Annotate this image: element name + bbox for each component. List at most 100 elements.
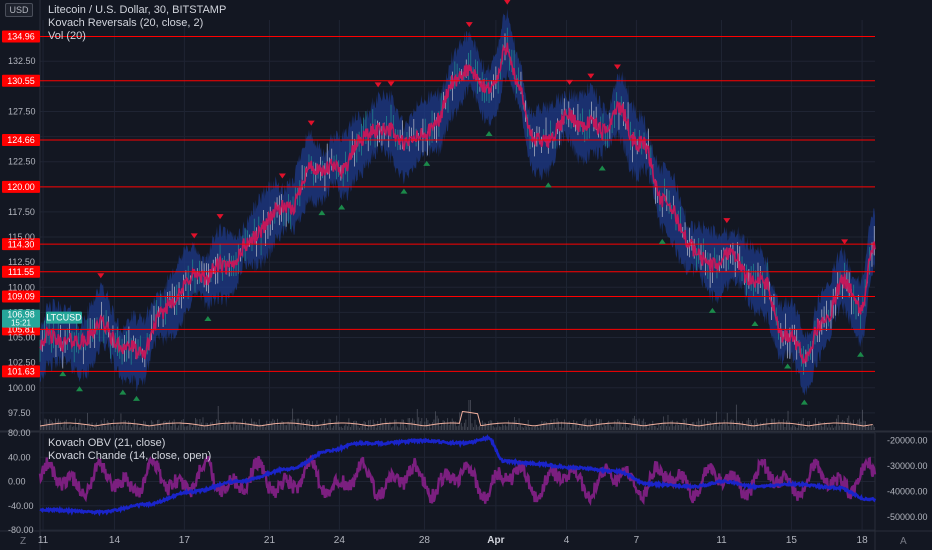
indicator-chande-label[interactable]: Kovach Chande (14, close, open)	[48, 450, 211, 463]
obv-tick-label: -30000.00	[887, 461, 928, 471]
volume-bar	[62, 424, 64, 430]
volume-bar	[755, 418, 757, 430]
volume-bar	[524, 425, 526, 430]
volume-bar	[526, 426, 528, 430]
volume-bar	[625, 420, 626, 430]
level-label: 101.63	[7, 367, 35, 377]
volume-bar	[702, 423, 704, 430]
volume-bar	[199, 419, 201, 430]
volume-bar	[187, 425, 189, 430]
volume-bar	[720, 424, 722, 430]
volume-bar	[43, 425, 44, 430]
chande-tick-label: 40.00	[8, 452, 31, 462]
volume-bar	[141, 425, 143, 430]
volume-bar	[556, 418, 558, 430]
volume-bar	[742, 421, 743, 430]
volume-bar	[444, 420, 446, 430]
volume-bar	[340, 426, 342, 430]
indicator-volume-label[interactable]: Vol (20)	[48, 30, 226, 43]
volume-bar	[418, 417, 420, 430]
volume-bar	[397, 426, 398, 430]
volume-bar	[811, 426, 813, 430]
volume-bar	[93, 427, 94, 430]
volume-bar	[280, 423, 281, 430]
volume-bar	[687, 427, 689, 430]
chande-tick-label: -40.00	[8, 501, 34, 511]
volume-bar	[704, 418, 705, 430]
volume-bar	[342, 427, 344, 430]
indicator-reversals-label[interactable]: Kovach Reversals (20, close, 2)	[48, 17, 226, 30]
volume-bar	[770, 418, 772, 430]
volume-bar	[544, 421, 546, 430]
indicator-obv-label[interactable]: Kovach OBV (21, close)	[48, 437, 211, 450]
volume-bar	[602, 427, 604, 430]
price-tick-label: 122.50	[8, 157, 36, 167]
volume-bar	[236, 425, 237, 430]
volume-bar	[163, 421, 164, 430]
time-tick-label: 18	[857, 535, 869, 546]
volume-bar	[597, 421, 599, 430]
volume-bar	[538, 427, 540, 430]
auto-scale-icon[interactable]: A	[900, 536, 907, 547]
volume-bar	[96, 422, 98, 430]
volume-bar	[422, 427, 424, 430]
price-tick-label: 110.00	[8, 282, 35, 292]
time-tick-label: 11	[716, 535, 727, 546]
volume-bar	[491, 420, 493, 430]
volume-bar	[629, 425, 631, 430]
volume-bar	[764, 424, 766, 430]
volume-bar	[266, 420, 268, 430]
currency-badge[interactable]: USD	[5, 3, 33, 17]
volume-bar	[738, 421, 740, 430]
volume-bar	[603, 423, 605, 430]
volume-bar	[463, 422, 465, 430]
tradingview-chart[interactable]: 134.96130.55124.66120.00114.30111.55109.…	[0, 0, 932, 550]
volume-bar	[237, 424, 239, 430]
volume-bar	[679, 423, 681, 430]
volume-bar	[214, 426, 216, 430]
volume-bar	[73, 426, 75, 430]
volume-bar	[676, 420, 678, 430]
volume-bar	[225, 420, 227, 430]
volume-bar	[360, 426, 362, 430]
volume-bar	[277, 418, 278, 430]
volume-bar	[319, 427, 321, 430]
volume-bar	[281, 420, 283, 430]
volume-bar	[869, 426, 871, 430]
volume-bar	[495, 427, 497, 430]
volume-bar	[708, 421, 710, 430]
volume-bar	[359, 427, 360, 430]
volume-bar	[682, 418, 684, 430]
time-tick-label: 15	[786, 535, 798, 546]
volume-bar	[628, 427, 629, 430]
volume-bar	[552, 424, 553, 430]
volume-bar	[91, 422, 93, 430]
volume-bar	[295, 426, 297, 430]
volume-bar	[117, 422, 119, 430]
volume-bar	[577, 427, 579, 430]
volume-bar	[304, 427, 306, 430]
volume-bar	[125, 420, 126, 430]
time-tick-label: 4	[564, 535, 570, 546]
volume-bar	[377, 420, 379, 430]
volume-bar	[732, 420, 734, 430]
volume-bar	[564, 419, 566, 430]
volume-bar	[245, 421, 246, 430]
volume-bar	[588, 420, 590, 430]
volume-bar	[565, 423, 567, 430]
volume-bar	[331, 427, 333, 430]
volume-bar	[612, 426, 614, 430]
volume-bar	[205, 422, 207, 430]
volume-bar	[453, 420, 455, 430]
volume-bar	[653, 425, 655, 430]
volume-bar	[466, 426, 468, 430]
volume-bar	[176, 427, 178, 430]
volume-bar	[204, 426, 205, 430]
volume-bar	[786, 420, 787, 430]
volume-bar	[669, 426, 670, 430]
volume-bar	[254, 421, 256, 430]
volume-bar	[310, 427, 312, 430]
timezone-icon[interactable]: Z	[20, 536, 26, 547]
price-tick-label: 117.50	[8, 207, 35, 217]
volume-bar	[848, 415, 850, 430]
